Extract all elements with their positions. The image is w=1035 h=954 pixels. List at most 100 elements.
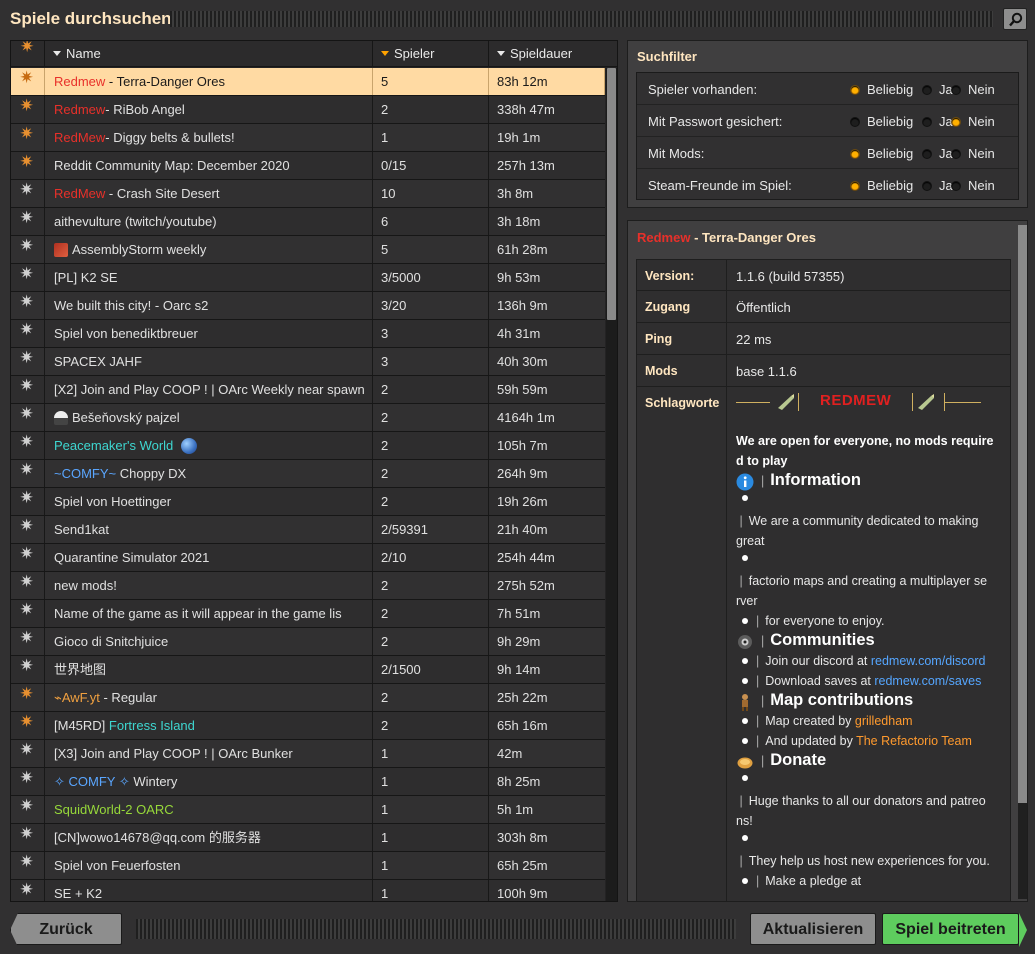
radio-button[interactable]	[922, 180, 932, 191]
server-mod-status	[11, 404, 45, 431]
server-players: 5	[373, 68, 489, 95]
server-mod-status	[11, 264, 45, 291]
filter-radio-any[interactable]: Beliebig	[850, 178, 913, 193]
filter-radio-any[interactable]: Beliebig	[850, 82, 913, 97]
server-row[interactable]: SquidWorld-2 OARC1 5h 1m	[11, 796, 605, 824]
server-row[interactable]: Quarantine Simulator 20212/10 254h 44m	[11, 544, 605, 572]
server-name: Spiel von Hoettinger	[45, 488, 373, 515]
server-playtime: 303h 8m	[497, 830, 548, 845]
server-row[interactable]: RedMew - Crash Site Desert10 3h 8m	[11, 180, 605, 208]
server-name: aithevulture (twitch/youtube)	[45, 208, 373, 235]
list-scrollbar-thumb[interactable]	[607, 68, 616, 320]
gear-icon	[20, 461, 35, 481]
radio-button[interactable]	[850, 116, 860, 127]
server-playtime: 338h 47m	[497, 102, 555, 117]
filter-label: Mit Passwort gesichert:	[648, 114, 783, 129]
server-mod-status	[11, 460, 45, 487]
details-scrollbar[interactable]	[1018, 225, 1027, 899]
filter-label: Mit Mods:	[648, 146, 705, 161]
server-row[interactable]: Spiel von benediktbreuer3 4h 31m	[11, 320, 605, 348]
gear-icon	[20, 741, 35, 761]
filter-radio-any[interactable]: Beliebig	[850, 146, 913, 161]
server-row[interactable]: aithevulture (twitch/youtube)6 3h 18m	[11, 208, 605, 236]
server-row[interactable]: AssemblyStorm weekly5 61h 28m	[11, 236, 605, 264]
sort-by-name[interactable]: Name	[45, 41, 373, 67]
gear-icon	[20, 853, 35, 873]
server-row[interactable]: SPACEX JAHF3 40h 30m	[11, 348, 605, 376]
filter-radio-yes[interactable]: Ja	[922, 178, 953, 193]
radio-button[interactable]	[850, 84, 860, 95]
server-row[interactable]: RedMew- Diggy belts & bullets!1 19h 1m	[11, 124, 605, 152]
server-playtime: 4h 31m	[497, 326, 541, 341]
server-players: 3/20	[373, 292, 489, 319]
server-mod-status	[11, 68, 45, 95]
search-button[interactable]	[1003, 8, 1027, 30]
list-scrollbar[interactable]	[606, 68, 617, 901]
radio-button[interactable]	[850, 148, 860, 159]
filter-radio-no[interactable]: Nein	[951, 178, 995, 193]
back-button[interactable]: Zurück	[10, 913, 122, 947]
filter-radio-yes[interactable]: Ja	[922, 82, 953, 97]
server-players: 1	[373, 880, 489, 901]
server-row[interactable]: SE + K21 100h 9m	[11, 880, 605, 901]
server-row[interactable]: [X2] Join and Play COOP ! | OArc Weekly …	[11, 376, 605, 404]
server-playtime: 42m	[497, 746, 523, 761]
globe-icon	[181, 437, 198, 454]
filter-radio-no[interactable]: Nein	[951, 82, 995, 97]
saves-link[interactable]: redmew.com/saves	[874, 674, 981, 688]
server-players: 2	[373, 628, 489, 655]
server-row[interactable]: Spiel von Hoettinger2 19h 26m	[11, 488, 605, 516]
server-mod-status	[11, 96, 45, 123]
refresh-button[interactable]: Aktualisieren	[750, 913, 876, 945]
radio-button[interactable]	[951, 116, 961, 127]
radio-button[interactable]	[922, 84, 932, 95]
server-playtime: 8h 25m	[497, 774, 541, 789]
server-mod-status	[11, 544, 45, 571]
sort-by-playtime[interactable]: Spieldauer	[489, 41, 605, 67]
filter-radio-yes[interactable]: Ja	[922, 146, 953, 161]
gear-icon	[20, 125, 35, 145]
server-row[interactable]: Redmew - Terra-Danger Ores583h 12m	[11, 68, 605, 96]
filter-row: Mit Mods: Beliebig Ja Nein	[637, 137, 1018, 169]
sort-by-players[interactable]: Spieler	[373, 41, 489, 67]
server-row[interactable]: [PL] K2 SE3/5000 9h 53m	[11, 264, 605, 292]
filter-radio-any[interactable]: Beliebig	[850, 114, 913, 129]
server-row[interactable]: Send1kat2/59391 21h 40m	[11, 516, 605, 544]
discord-link[interactable]: redmew.com/discord	[871, 654, 986, 668]
radio-button[interactable]	[951, 84, 961, 95]
server-row[interactable]: Peacemaker's World2 105h 7m	[11, 432, 605, 460]
filter-radio-yes[interactable]: Ja	[922, 114, 953, 129]
join-game-button[interactable]: Spiel beitreten	[882, 913, 1027, 947]
filter-radio-no[interactable]: Nein	[951, 114, 995, 129]
radio-button[interactable]	[951, 180, 961, 191]
server-row[interactable]: We built this city! - Oarc s23/20 136h 9m	[11, 292, 605, 320]
server-row[interactable]: Spiel von Feuerfosten1 65h 25m	[11, 852, 605, 880]
title-drag-handle[interactable]	[170, 11, 993, 27]
filter-radio-no[interactable]: Nein	[951, 146, 995, 161]
server-row[interactable]: 世界地图2/1500 9h 14m	[11, 656, 605, 684]
server-row[interactable]: Name of the game as it will appear in th…	[11, 600, 605, 628]
server-row[interactable]: ✧ COMFY ✧ Wintery1 8h 25m	[11, 768, 605, 796]
server-playtime: 59h 59m	[497, 382, 548, 397]
server-row[interactable]: ~COMFY~ Choppy DX2 264h 9m	[11, 460, 605, 488]
server-row[interactable]: Gioco di Snitchjuice2 9h 29m	[11, 628, 605, 656]
server-players: 5	[373, 236, 489, 263]
server-mod-status	[11, 656, 45, 683]
radio-button[interactable]	[922, 148, 932, 159]
details-scrollbar-thumb[interactable]	[1018, 225, 1027, 803]
server-row[interactable]: ⌁AwF.yt - Regular2 25h 22m	[11, 684, 605, 712]
radio-button[interactable]	[922, 116, 932, 127]
server-row[interactable]: Redmew- RiBob Angel2 338h 47m	[11, 96, 605, 124]
server-row[interactable]: Reddit Community Map: December 20200/15 2…	[11, 152, 605, 180]
radio-button[interactable]	[850, 180, 860, 191]
server-name: [X2] Join and Play COOP ! | OArc Weekly …	[45, 376, 373, 403]
server-name: Bešeňovský pajzel	[45, 404, 373, 431]
server-row[interactable]: [CN]wowo14678@qq.com 的服务器1 303h 8m	[11, 824, 605, 852]
server-row[interactable]: [M45RD] Fortress Island2 65h 16m	[11, 712, 605, 740]
server-row[interactable]: new mods!2 275h 52m	[11, 572, 605, 600]
server-row[interactable]: Bešeňovský pajzel2 4164h 1m	[11, 404, 605, 432]
server-row[interactable]: [X3] Join and Play COOP ! | OArc Bunker1…	[11, 740, 605, 768]
server-name: Gioco di Snitchjuice	[45, 628, 373, 655]
server-players: 3/5000	[373, 264, 489, 291]
radio-button[interactable]	[951, 148, 961, 159]
